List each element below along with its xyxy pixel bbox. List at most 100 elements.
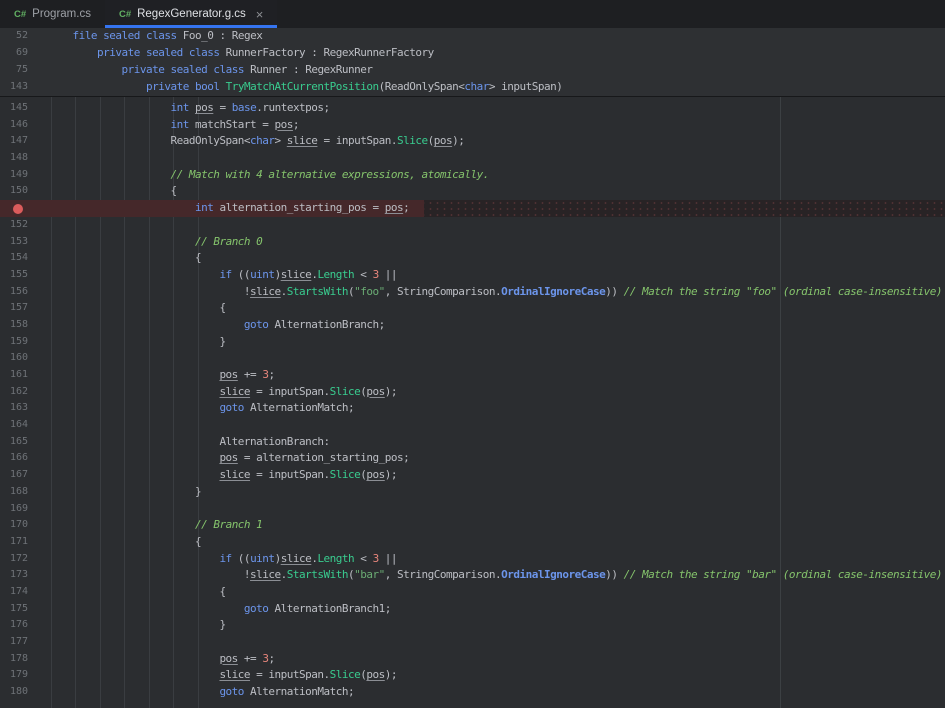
tab-regexgenerator-g-cs[interactable]: C# RegexGenerator.g.cs × — [105, 0, 277, 28]
line-number[interactable]: 69 — [0, 45, 48, 62]
code-line[interactable]: 175 goto AlternationBranch1; — [0, 601, 945, 618]
line-number[interactable]: 75 — [0, 62, 48, 79]
line-number[interactable]: 149 — [0, 167, 48, 184]
code-line[interactable]: 156 !slice.StartsWith("foo", StringCompa… — [0, 284, 945, 301]
code-text: goto AlternationMatch; — [48, 684, 354, 701]
breakpoint-icon[interactable] — [13, 204, 23, 214]
code-text: { — [48, 534, 201, 551]
code-line[interactable]: 172 if ((uint)slice.Length < 3 || — [0, 551, 945, 568]
code-line[interactable]: 150 { — [0, 183, 945, 200]
tab-label: RegexGenerator.g.cs — [137, 8, 246, 20]
csharp-file-icon: C# — [119, 9, 131, 20]
code-line[interactable]: 170 // Branch 1 — [0, 517, 945, 534]
code-editor[interactable]: 145 int pos = base.runtextpos;146 int ma… — [0, 97, 945, 708]
csharp-file-icon: C# — [14, 9, 26, 20]
line-number[interactable]: 153 — [0, 234, 48, 251]
line-number[interactable]: 158 — [0, 317, 48, 334]
code-line[interactable]: 153 // Branch 0 — [0, 234, 945, 251]
line-number[interactable]: 145 — [0, 100, 48, 117]
code-line[interactable]: 149 // Match with 4 alternative expressi… — [0, 167, 945, 184]
code-line[interactable]: 171 { — [0, 534, 945, 551]
line-number[interactable]: 180 — [0, 684, 48, 701]
code-line[interactable]: 165 AlternationBranch: — [0, 434, 945, 451]
code-line[interactable]: 162 slice = inputSpan.Slice(pos); — [0, 384, 945, 401]
sticky-line[interactable]: 143 private bool TryMatchAtCurrentPositi… — [0, 79, 945, 96]
sticky-line[interactable]: 75 private sealed class Runner : RegexRu… — [0, 62, 945, 79]
line-number[interactable]: 178 — [0, 651, 48, 668]
line-number[interactable]: 159 — [0, 334, 48, 351]
line-number[interactable]: 175 — [0, 601, 48, 618]
line-number[interactable]: 176 — [0, 617, 48, 634]
line-number[interactable]: 156 — [0, 284, 48, 301]
code-text: private sealed class RunnerFactory : Reg… — [48, 45, 434, 62]
line-number[interactable]: 52 — [0, 28, 48, 45]
code-text: goto AlternationBranch; — [48, 317, 385, 334]
code-text: !slice.StartsWith("foo", StringCompariso… — [48, 284, 942, 301]
line-number[interactable]: 152 — [0, 217, 48, 234]
line-number[interactable]: 157 — [0, 300, 48, 317]
code-text: slice = inputSpan.Slice(pos); — [48, 667, 397, 684]
line-number[interactable]: 166 — [0, 450, 48, 467]
code-line[interactable]: 174 { — [0, 584, 945, 601]
code-line[interactable]: 178 pos += 3; — [0, 651, 945, 668]
code-line[interactable]: 179 slice = inputSpan.Slice(pos); — [0, 667, 945, 684]
line-number[interactable]: 148 — [0, 150, 48, 167]
line-number[interactable]: 171 — [0, 534, 48, 551]
line-number[interactable]: 173 — [0, 567, 48, 584]
code-text: { — [48, 183, 177, 200]
code-line[interactable]: 155 if ((uint)slice.Length < 3 || — [0, 267, 945, 284]
sticky-line[interactable]: 52 file sealed class Foo_0 : Regex — [0, 28, 945, 45]
code-text: { — [48, 584, 226, 601]
code-text: ReadOnlySpan<char> slice = inputSpan.Sli… — [48, 133, 464, 150]
line-number[interactable]: 163 — [0, 400, 48, 417]
line-number[interactable]: 161 — [0, 367, 48, 384]
line-number[interactable]: 165 — [0, 434, 48, 451]
code-line[interactable]: 166 pos = alternation_starting_pos; — [0, 450, 945, 467]
code-line[interactable]: 167 slice = inputSpan.Slice(pos); — [0, 467, 945, 484]
code-line[interactable]: 154 { — [0, 250, 945, 267]
line-number[interactable]: 168 — [0, 484, 48, 501]
code-line[interactable]: 147 ReadOnlySpan<char> slice = inputSpan… — [0, 133, 945, 150]
code-line[interactable]: 164 — [0, 417, 945, 434]
code-line[interactable]: 177 — [0, 634, 945, 651]
line-number[interactable]: 170 — [0, 517, 48, 534]
code-line[interactable]: 168 } — [0, 484, 945, 501]
code-line[interactable]: 157 { — [0, 300, 945, 317]
code-text: } — [48, 484, 201, 501]
line-number[interactable]: 150 — [0, 183, 48, 200]
line-number[interactable]: 154 — [0, 250, 48, 267]
line-number[interactable] — [0, 200, 48, 217]
line-number[interactable]: 164 — [0, 417, 48, 434]
code-line[interactable]: 146 int matchStart = pos; — [0, 117, 945, 134]
code-line[interactable]: 161 pos += 3; — [0, 367, 945, 384]
code-text: slice = inputSpan.Slice(pos); — [48, 384, 397, 401]
line-number[interactable]: 146 — [0, 117, 48, 134]
line-number[interactable]: 147 — [0, 133, 48, 150]
line-number[interactable]: 172 — [0, 551, 48, 568]
code-line[interactable]: 180 goto AlternationMatch; — [0, 684, 945, 701]
line-number[interactable]: 179 — [0, 667, 48, 684]
code-line[interactable]: 152 — [0, 217, 945, 234]
code-text: slice = inputSpan.Slice(pos); — [48, 467, 397, 484]
code-line[interactable]: 159 } — [0, 334, 945, 351]
line-number[interactable]: 177 — [0, 634, 48, 651]
line-number[interactable]: 174 — [0, 584, 48, 601]
line-number[interactable]: 169 — [0, 501, 48, 518]
line-number[interactable]: 167 — [0, 467, 48, 484]
line-number[interactable]: 155 — [0, 267, 48, 284]
line-number[interactable]: 162 — [0, 384, 48, 401]
line-number[interactable]: 143 — [0, 79, 48, 96]
sticky-line[interactable]: 69 private sealed class RunnerFactory : … — [0, 45, 945, 62]
code-line[interactable]: 160 — [0, 350, 945, 367]
code-line[interactable]: int alternation_starting_pos = pos; — [0, 200, 945, 217]
code-line[interactable]: 176 } — [0, 617, 945, 634]
code-line[interactable]: 148 — [0, 150, 945, 167]
tab-program-cs[interactable]: C# Program.cs — [0, 0, 105, 28]
code-line[interactable]: 169 — [0, 501, 945, 518]
close-tab-icon[interactable]: × — [256, 8, 264, 21]
line-number[interactable]: 160 — [0, 350, 48, 367]
code-line[interactable]: 173 !slice.StartsWith("bar", StringCompa… — [0, 567, 945, 584]
code-line[interactable]: 145 int pos = base.runtextpos; — [0, 100, 945, 117]
code-line[interactable]: 158 goto AlternationBranch; — [0, 317, 945, 334]
code-line[interactable]: 163 goto AlternationMatch; — [0, 400, 945, 417]
